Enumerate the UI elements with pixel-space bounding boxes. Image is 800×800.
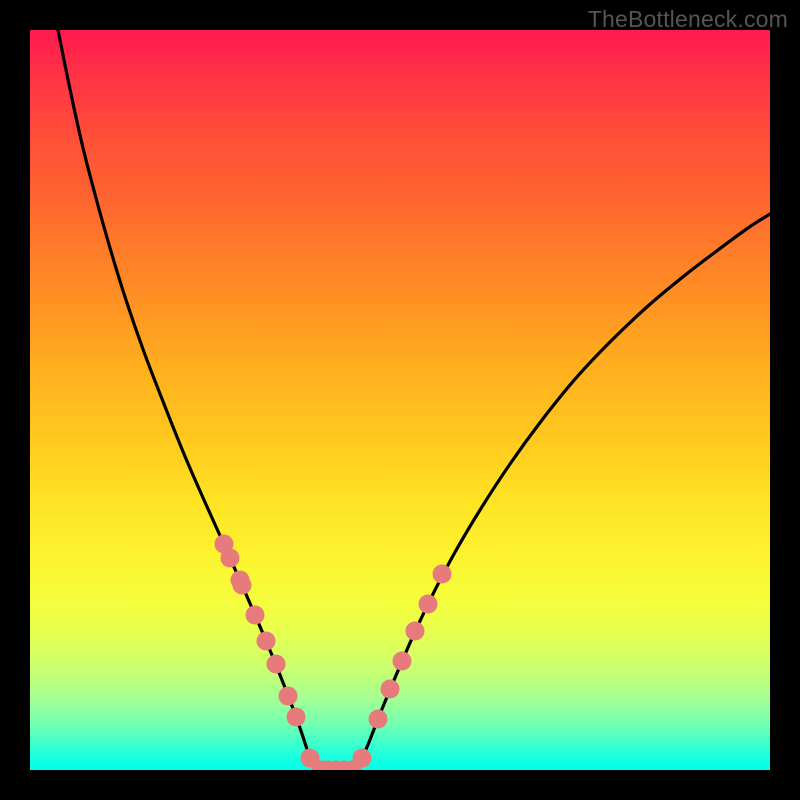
watermark-text: TheBottleneck.com (588, 6, 788, 33)
chart-svg (30, 30, 770, 770)
scatter-dots (215, 535, 452, 771)
plot-area (30, 30, 770, 770)
bottleneck-curves (58, 30, 770, 770)
chart-frame: TheBottleneck.com (0, 0, 800, 800)
